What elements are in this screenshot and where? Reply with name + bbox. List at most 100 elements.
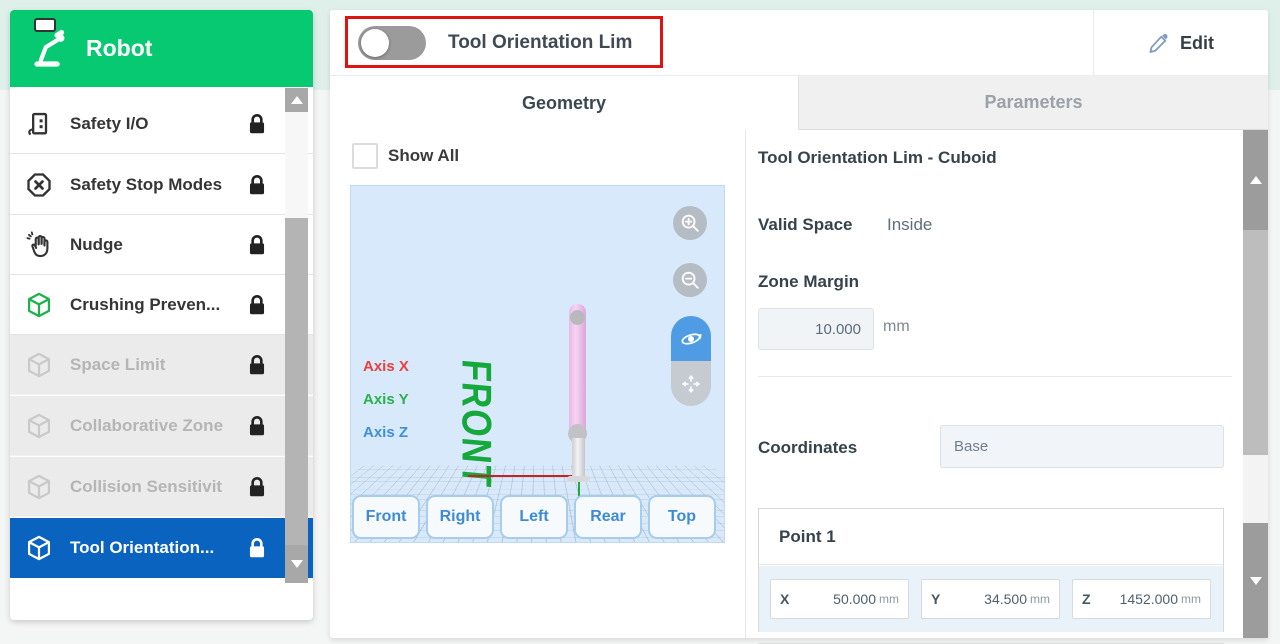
content-divider (745, 130, 746, 638)
axis-x-line (468, 475, 580, 477)
point-1-z-field[interactable]: Z 1452.000 mm (1072, 579, 1211, 619)
lock-icon-white (244, 535, 270, 561)
tool-orientation-toggle[interactable] (358, 26, 426, 60)
scroll-up-button[interactable] (285, 88, 308, 112)
details-title: Tool Orientation Lim - Cuboid (758, 148, 997, 168)
point-1-title: Point 1 (759, 509, 1223, 565)
sidebar-item-label: Space Limit (70, 355, 228, 375)
section-divider (758, 376, 1232, 377)
sidebar-item-collaborative-zone[interactable]: Collaborative Zone (10, 396, 313, 456)
view-mode-control (671, 316, 711, 406)
axis-z-label: Axis Z (363, 424, 408, 441)
lock-icon (244, 292, 270, 318)
view-left-button[interactable]: Left (500, 495, 568, 539)
scroll-down-button[interactable] (1243, 523, 1268, 638)
show-all-checkbox[interactable] (352, 143, 378, 169)
edit-label: Edit (1180, 33, 1214, 54)
sidebar-item-label: Tool Orientation... (70, 538, 228, 558)
tab-geometry[interactable]: Geometry (330, 76, 798, 130)
robot-sidebar: Robot Safety I/O Safety Stop Modes Nudge… (10, 10, 313, 620)
scroll-down-button[interactable] (285, 545, 308, 583)
sidebar-item-space-limit[interactable]: Space Limit (10, 335, 313, 395)
top-bar: Tool Orientation Lim Edit (330, 10, 1268, 76)
zoom-out-icon (679, 269, 701, 291)
triangle-down-icon (1250, 577, 1262, 585)
edit-button[interactable]: Edit (1093, 10, 1268, 76)
zoom-out-button[interactable] (673, 263, 707, 297)
scrollbar-thumb[interactable] (1243, 230, 1268, 455)
sidebar-item-crushing-prevention[interactable]: Crushing Preven... (10, 275, 313, 335)
field-unit: mm (879, 592, 899, 606)
field-unit: mm (1030, 592, 1050, 606)
tab-parameters[interactable]: Parameters (798, 76, 1268, 130)
robot-column (572, 438, 585, 480)
pan-arrows-icon (679, 372, 703, 396)
sidebar-item-nudge[interactable]: Nudge (10, 215, 313, 275)
cube-icon-green (25, 291, 53, 319)
sidebar-item-tool-orientation[interactable]: Tool Orientation... (10, 518, 313, 578)
sidebar-title: Robot (86, 35, 152, 62)
valid-space-value: Inside (887, 215, 932, 235)
floor-front-label: FRONT (451, 357, 501, 489)
view-rear-button[interactable]: Rear (574, 495, 642, 539)
field-unit: mm (1181, 592, 1201, 606)
zone-margin-label: Zone Margin (758, 272, 859, 292)
axis-x-label: Axis X (363, 358, 409, 375)
axis-letter: Z (1082, 591, 1091, 607)
point-1-x-field[interactable]: X 50.000 mm (770, 579, 909, 619)
field-value: 34.500 (940, 591, 1027, 607)
lock-icon (244, 474, 270, 500)
scrollbar-track[interactable] (285, 112, 308, 218)
lock-icon (244, 232, 270, 258)
sidebar-item-label: Collision Sensitivit (70, 477, 228, 497)
toggle-label: Tool Orientation Lim (448, 10, 632, 76)
sidebar-item-safety-stop-modes[interactable]: Safety Stop Modes (10, 155, 313, 215)
zoom-in-button[interactable] (673, 206, 707, 240)
axis-letter: X (780, 591, 789, 607)
field-value: 1452.000 (1091, 591, 1178, 607)
details-scrollbar[interactable] (1243, 130, 1268, 638)
main-panel: Tool Orientation Lim Edit Geometry Param… (330, 10, 1268, 638)
view-top-button[interactable]: Top (648, 495, 716, 539)
point-1-y-field[interactable]: Y 34.500 mm (921, 579, 1060, 619)
robot-joint (570, 310, 585, 325)
zone-margin-input[interactable]: 10.000 (758, 308, 874, 350)
sidebar-item-label: Collaborative Zone (70, 416, 228, 436)
triangle-down-icon (291, 560, 303, 568)
robot-base (567, 476, 590, 482)
safety-io-icon (25, 110, 53, 138)
cube-icon (25, 351, 53, 379)
orbit-icon (679, 327, 703, 351)
cube-icon-white (25, 534, 53, 562)
3d-viewport[interactable]: FRONT Axis X Axis Y Axis Z (350, 185, 725, 543)
lock-icon (244, 111, 270, 137)
triangle-up-icon (291, 96, 303, 104)
scroll-up-button[interactable] (1243, 130, 1268, 230)
sidebar-item-collision-sensitivity[interactable]: Collision Sensitivit (10, 457, 313, 517)
coordinates-select[interactable]: Base (940, 425, 1224, 468)
sidebar-scrollbar[interactable] (285, 88, 308, 583)
axis-y-label: Axis Y (363, 391, 409, 408)
cube-icon (25, 473, 53, 501)
lock-icon (244, 413, 270, 439)
coordinates-label: Coordinates (758, 438, 857, 458)
sidebar-item-label: Safety I/O (70, 114, 228, 134)
triangle-up-icon (1250, 176, 1262, 184)
view-right-button[interactable]: Right (426, 495, 494, 539)
zoom-in-icon (679, 212, 701, 234)
show-all-label: Show All (388, 143, 459, 169)
view-front-button[interactable]: Front (352, 495, 420, 539)
nudge-hand-icon (25, 231, 53, 259)
rotate-mode-button[interactable] (671, 316, 711, 361)
view-button-row: Front Right Left Rear Top (352, 495, 724, 539)
sidebar-item-label: Crushing Preven... (70, 295, 228, 315)
tab-bar: Geometry Parameters (330, 76, 1268, 130)
pan-mode-button[interactable] (671, 361, 711, 406)
lock-icon (244, 172, 270, 198)
scrollbar-thumb[interactable] (285, 218, 308, 545)
robot-arm-icon (30, 28, 72, 70)
partial-icon (34, 18, 56, 27)
axis-letter: Y (931, 591, 940, 607)
sidebar-item-safety-io[interactable]: Safety I/O (10, 94, 313, 154)
zone-margin-unit: mm (883, 318, 910, 336)
